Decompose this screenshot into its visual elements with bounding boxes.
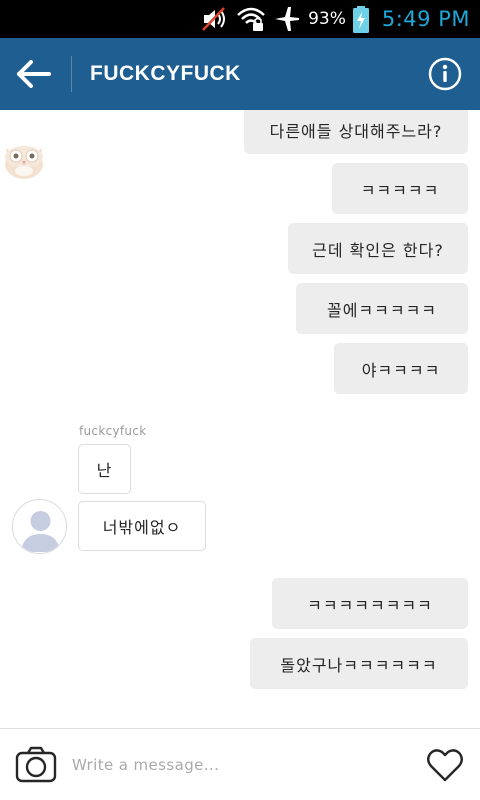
battery-charging-icon [352,6,369,33]
status-bar-icons: 93% 5:49 PM [200,0,470,38]
message-bubble-incoming[interactable]: 난 [78,444,131,494]
message-input[interactable] [66,749,406,781]
avatar[interactable] [12,499,67,554]
heart-icon[interactable] [426,747,464,783]
message-list[interactable]: 다른애들 상대해주느라? ㅋㅋㅋㅋㅋ 근데 확인은 한다? 꼴에ㅋㅋㅋㅋㅋ 야ㅋ… [0,110,480,728]
message-bubble-outgoing[interactable]: 다른애들 상대해주느라? [244,110,468,154]
status-bar: 93% 5:49 PM [0,0,480,38]
sender-name: fuckcyfuck [79,424,147,438]
wifi-lock-icon [237,7,265,31]
message-bubble-outgoing[interactable]: 꼴에ㅋㅋㅋㅋㅋ [296,283,468,334]
info-icon[interactable] [428,57,462,91]
back-arrow-icon [17,60,51,88]
message-bubble-outgoing[interactable]: 돌았구나ㅋㅋㅋㅋㅋㅋ [250,638,468,689]
volume-muted-icon [202,7,226,31]
conversation-header: FUCKCYFUCK [0,38,480,110]
header-divider [71,56,72,92]
message-bubble-outgoing[interactable]: ㅋㅋㅋㅋㅋ [332,163,468,214]
conversation-title: FUCKCYFUCK [90,62,241,85]
airplane-icon [275,7,300,31]
message-bubble-outgoing[interactable]: 야ㅋㅋㅋㅋ [334,343,468,394]
back-button[interactable] [14,54,54,94]
camera-icon[interactable] [14,745,58,785]
message-composer [0,728,480,800]
owl-sticker-icon [5,146,43,179]
message-bubble-outgoing[interactable]: ㅋㅋㅋㅋㅋㅋㅋㅋ [272,578,468,629]
message-bubble-incoming[interactable]: 너밖에없ㅇ [78,501,206,551]
battery-percent: 93% [308,9,346,29]
status-time: 5:49 PM [381,7,470,31]
message-bubble-outgoing[interactable]: 근데 확인은 한다? [288,223,468,274]
default-avatar-icon [13,500,66,553]
